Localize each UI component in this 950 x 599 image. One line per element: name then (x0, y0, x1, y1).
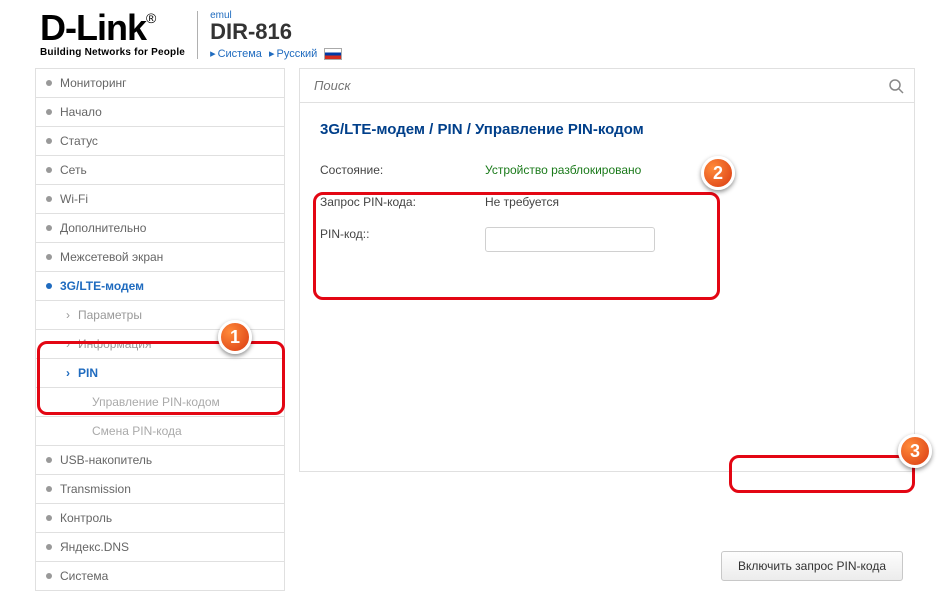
nav-monitoring[interactable]: Мониторинг (35, 68, 285, 98)
link-language[interactable]: Русский (277, 48, 318, 60)
nav-system[interactable]: Система (35, 561, 285, 591)
nav-extra[interactable]: Дополнительно (35, 213, 285, 243)
search-box (299, 68, 915, 103)
nav-modem-pin[interactable]: PIN (35, 358, 285, 388)
label-state: Состояние: (320, 163, 485, 177)
callout-1: 1 (218, 320, 252, 354)
callout-2: 2 (701, 156, 735, 190)
row-request: Запрос PIN-кода: Не требуется (320, 186, 894, 218)
value-state: Устройство разблокировано (485, 163, 641, 177)
nav-control[interactable]: Контроль (35, 503, 285, 533)
nav-firewall[interactable]: Межсетевой экран (35, 242, 285, 272)
model-block: emul DIR-816 ▸Система ▸Русский (210, 10, 342, 60)
nav-modem-pin-change[interactable]: Смена PIN-кода (35, 416, 285, 446)
breadcrumb: 3G/LTE-модем / PIN / Управление PIN-кодо… (320, 121, 894, 138)
header-divider (197, 11, 198, 59)
nav-status[interactable]: Статус (35, 126, 285, 156)
flag-ru-icon (324, 48, 342, 60)
model-name: DIR-816 (210, 21, 342, 43)
value-request: Не требуется (485, 195, 559, 209)
content-body: 3G/LTE-модем / PIN / Управление PIN-кодо… (299, 103, 915, 472)
top-links: ▸Система ▸Русский (210, 47, 342, 60)
brand-logo: D-Link® (40, 12, 185, 44)
enable-pin-button[interactable]: Включить запрос PIN-кода (721, 551, 903, 581)
nav-modem[interactable]: 3G/LTE-модем (35, 271, 285, 301)
row-pin: PIN-код:: (320, 218, 894, 261)
arrow-icon: ▸ (269, 48, 275, 60)
row-state: Состояние: Устройство разблокировано (320, 154, 894, 186)
arrow-icon: ▸ (210, 48, 216, 60)
nav-yandex[interactable]: Яндекс.DNS (35, 532, 285, 562)
pin-input[interactable] (485, 227, 655, 252)
nav-usb[interactable]: USB-накопитель (35, 445, 285, 475)
brand-tagline: Building Networks for People (40, 47, 185, 58)
label-pin: PIN-код:: (320, 227, 485, 252)
header: D-Link® Building Networks for People emu… (0, 0, 950, 68)
nav-network[interactable]: Сеть (35, 155, 285, 185)
nav-transmission[interactable]: Transmission (35, 474, 285, 504)
nav-start[interactable]: Начало (35, 97, 285, 127)
callout-3: 3 (898, 434, 932, 468)
link-system[interactable]: Система (218, 48, 262, 60)
label-request: Запрос PIN-кода: (320, 195, 485, 209)
search-icon[interactable] (888, 78, 904, 94)
nav-modem-pin-manage[interactable]: Управление PIN-кодом (35, 387, 285, 417)
search-input[interactable] (314, 78, 880, 93)
logo-block: D-Link® Building Networks for People (40, 12, 185, 57)
content: 3G/LTE-модем / PIN / Управление PIN-кодо… (299, 68, 915, 591)
nav-wifi[interactable]: Wi-Fi (35, 184, 285, 214)
